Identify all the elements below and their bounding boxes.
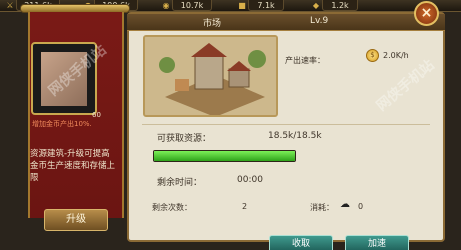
available-value: 18.5k/18.5k xyxy=(268,131,322,141)
market-building-illustration xyxy=(145,37,276,115)
cost-label: 消耗： xyxy=(310,203,334,212)
sword-icon: ⚔ xyxy=(6,1,14,10)
hero-portrait[interactable] xyxy=(31,42,97,115)
resource-value-4: 7.1k xyxy=(248,0,284,11)
divider xyxy=(142,124,430,125)
speedup-button[interactable]: 加速 xyxy=(345,235,409,250)
panel-header xyxy=(127,14,445,31)
building-description: 资源建筑-升级可提高金币生产速度和存储上限 xyxy=(30,149,116,183)
coin-icon: $ xyxy=(366,49,379,62)
hero-level: 60 xyxy=(92,111,101,119)
gem-icon: ☁ xyxy=(340,199,350,210)
resource-value-5: 1.2k xyxy=(322,0,358,11)
boost-text: 增加金币产出10%. xyxy=(32,120,92,128)
stone-icon: ■ xyxy=(238,1,246,10)
gold-icon: ◉ xyxy=(162,1,170,10)
upgrade-button[interactable]: 升级 xyxy=(44,209,108,231)
remaining-times-value: 2 xyxy=(242,202,248,211)
hero-avatar xyxy=(41,52,87,106)
close-button[interactable]: × xyxy=(414,1,439,26)
collect-button[interactable]: 收取 xyxy=(269,235,333,250)
available-label: 可获取资源： xyxy=(157,134,212,144)
resource-value-3: 10.7k xyxy=(172,0,212,11)
cost-value: 0 xyxy=(358,202,364,211)
remaining-times-label: 剩余次数： xyxy=(152,203,192,212)
production-rate-value: 2.0K/h xyxy=(383,51,409,60)
remaining-time-value: 00:00 xyxy=(237,175,263,185)
building-image xyxy=(143,35,278,117)
production-rate-label: 产出速率： xyxy=(285,56,325,65)
building-level: Lv.9 xyxy=(310,16,329,26)
remaining-time-label: 剩余时间： xyxy=(157,178,203,188)
resource-progress-bar xyxy=(153,150,296,162)
panel-title: 市场 xyxy=(203,19,222,29)
progress-fill xyxy=(154,151,295,161)
crystal-icon: ◆ xyxy=(312,1,320,10)
